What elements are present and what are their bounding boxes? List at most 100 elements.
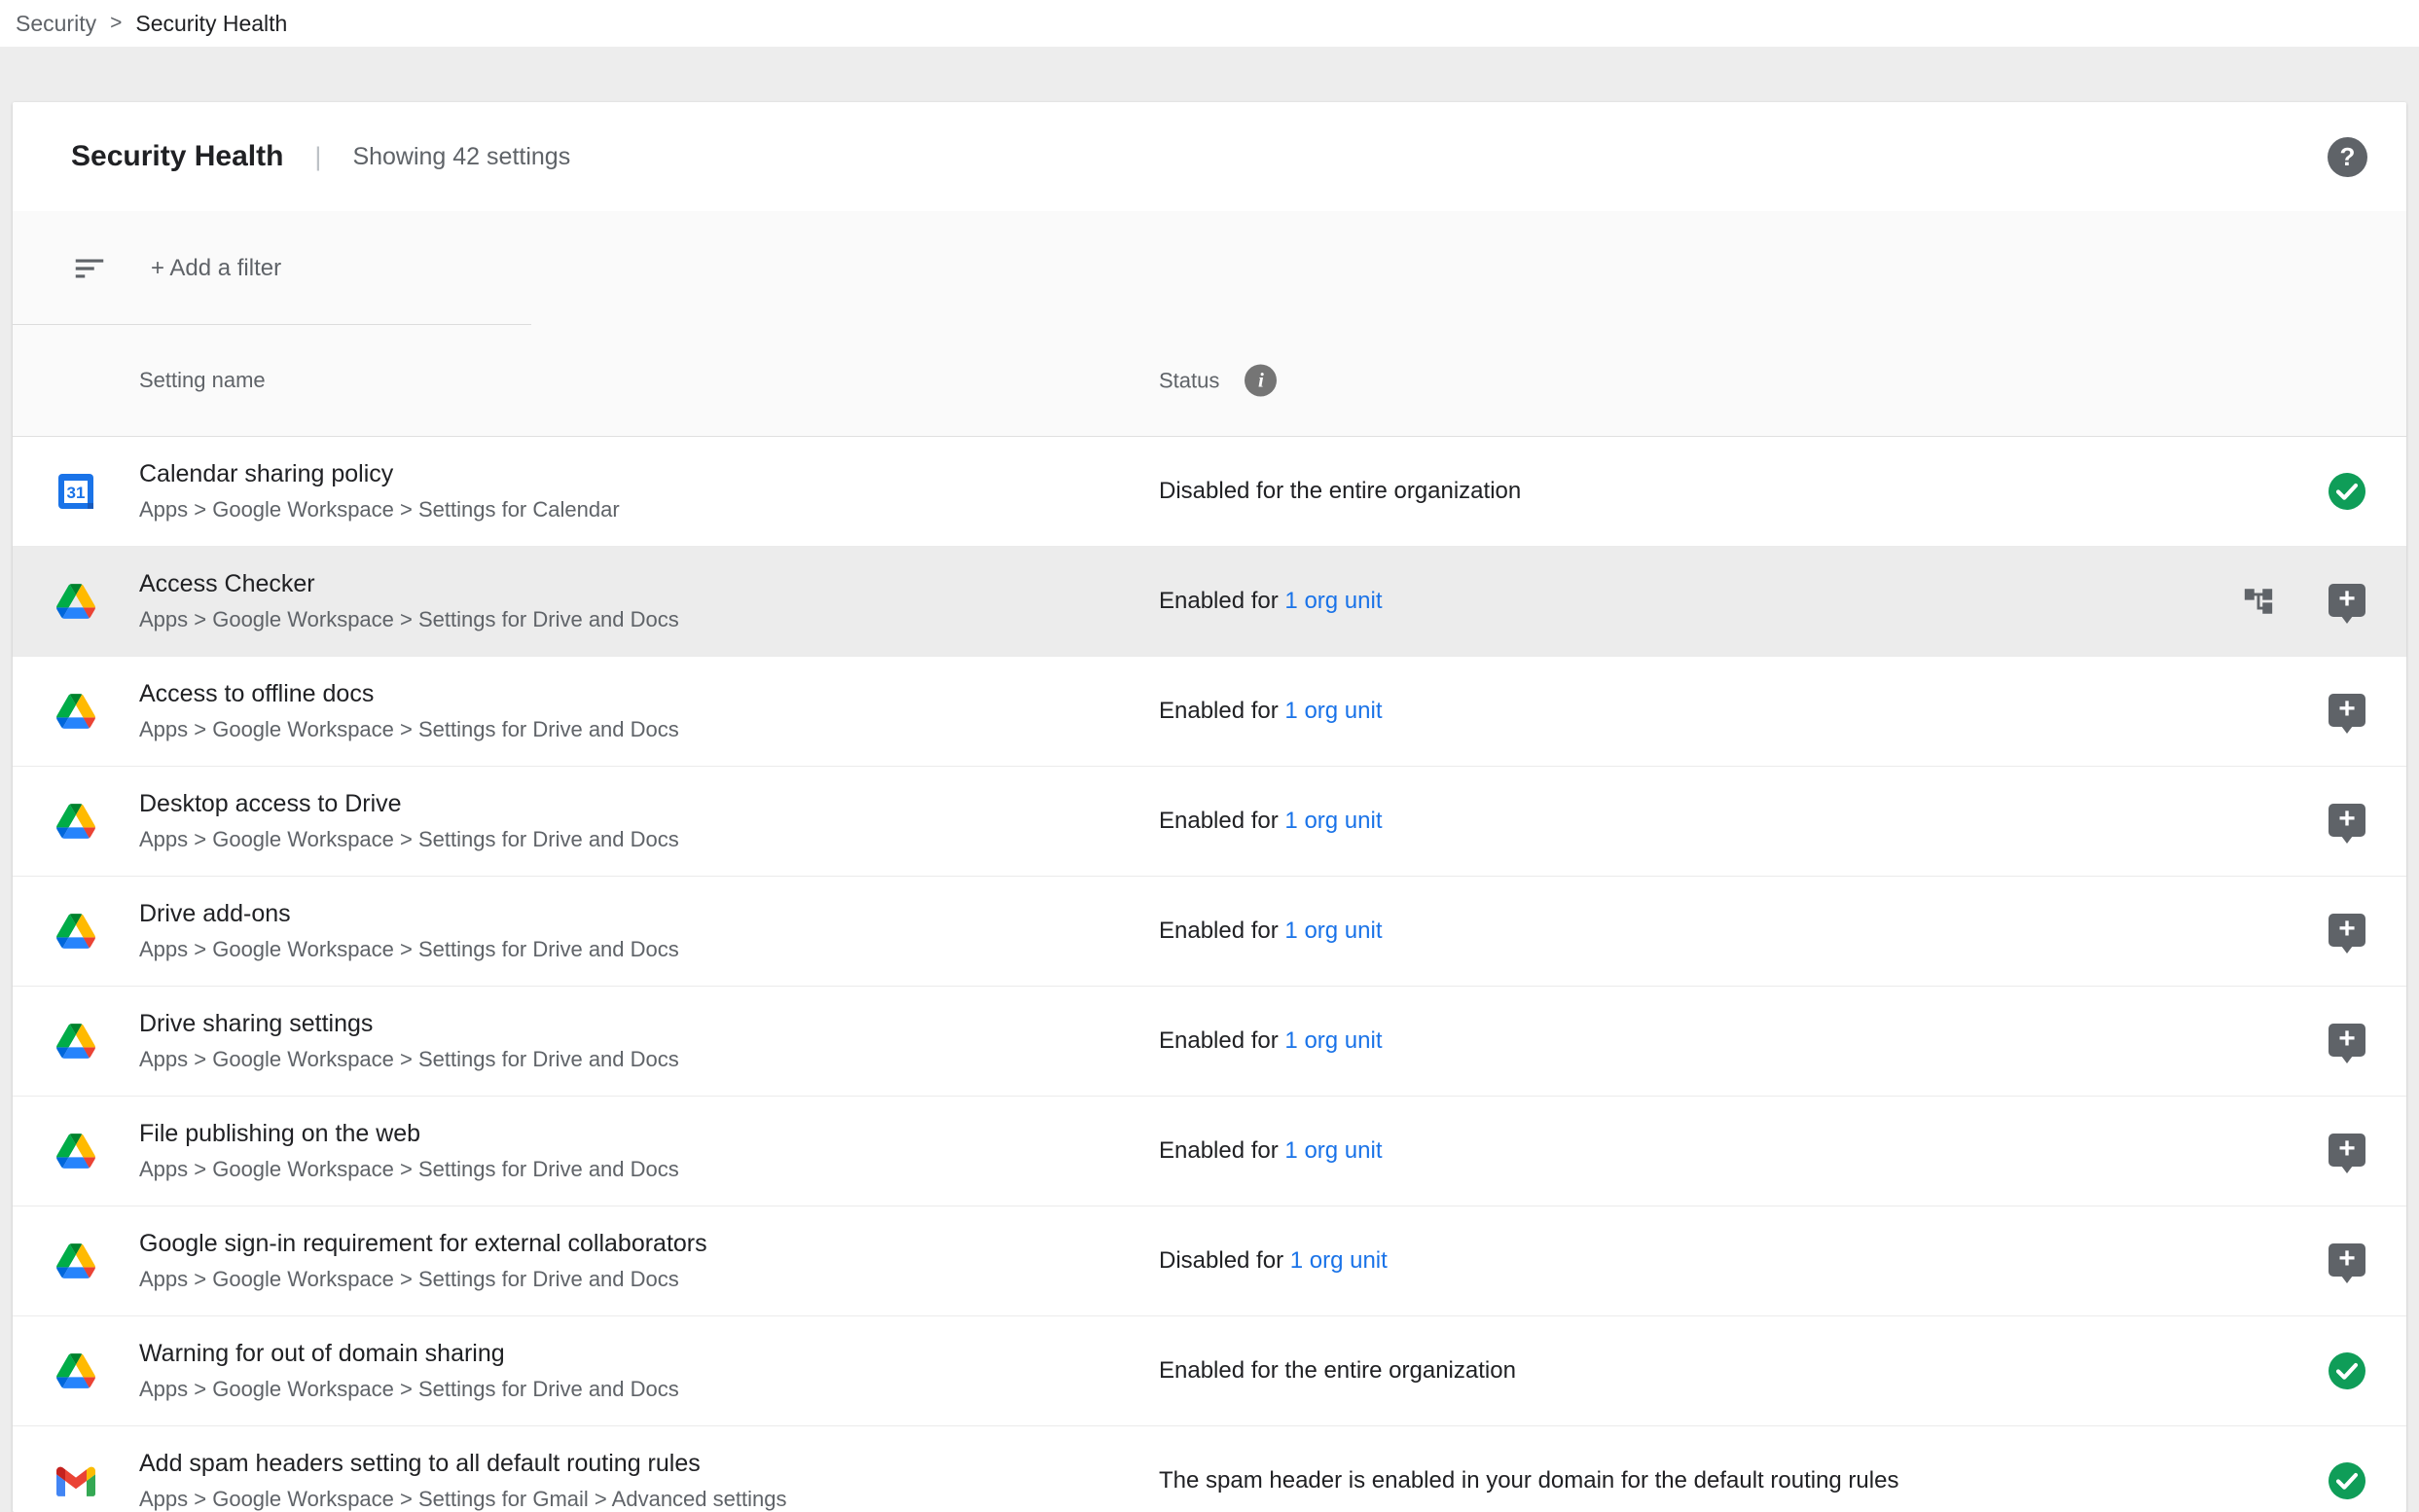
- org-unit-link[interactable]: 1 org unit: [1284, 918, 1382, 944]
- recommendation-tail: [2341, 946, 2353, 954]
- plus-glyph: +: [2338, 695, 2356, 724]
- table-row[interactable]: Desktop access to Drive Apps > Google Wo…: [13, 767, 2406, 877]
- security-health-card: Security Health | Showing 42 settings ? …: [13, 102, 2406, 1512]
- recommendation-icon[interactable]: +: [2329, 1024, 2365, 1057]
- status-badge[interactable]: +: [2328, 911, 2366, 952]
- status-column-header: Status i: [1159, 365, 1277, 397]
- status-badge[interactable]: +: [2328, 691, 2366, 732]
- svg-text:31: 31: [67, 484, 86, 502]
- status-text: Enabled for the entire organization: [1159, 1357, 1516, 1384]
- setting-path: Apps > Google Workspace > Settings for C…: [139, 497, 620, 522]
- gmail-icon: [56, 1461, 95, 1500]
- status-badge[interactable]: +: [2328, 801, 2366, 842]
- plus-glyph: +: [2338, 1134, 2356, 1164]
- setting-text-block: File publishing on the web Apps > Google…: [139, 1120, 679, 1182]
- plus-glyph: +: [2338, 915, 2356, 944]
- table-row[interactable]: File publishing on the web Apps > Google…: [13, 1097, 2406, 1206]
- status-cell: Enabled for 1 org unit: [1159, 698, 1383, 725]
- recommendation-icon[interactable]: +: [2329, 1243, 2365, 1277]
- table-row[interactable]: Warning for out of domain sharing Apps >…: [13, 1316, 2406, 1426]
- table-row[interactable]: 31 Calendar sharing policy Apps > Google…: [13, 437, 2406, 547]
- setting-name: Add spam headers setting to all default …: [139, 1450, 786, 1478]
- status-cell: The spam header is enabled in your domai…: [1159, 1467, 1898, 1494]
- status-cell: Enabled for 1 org unit: [1159, 1137, 1383, 1165]
- status-text: Enabled for: [1159, 808, 1284, 834]
- setting-text-block: Access to offline docs Apps > Google Wor…: [139, 680, 679, 742]
- status-badge[interactable]: +: [2328, 1131, 2366, 1171]
- setting-path: Apps > Google Workspace > Settings for D…: [139, 1047, 679, 1072]
- google-drive-icon: [56, 692, 95, 731]
- status-cell: Disabled for the entire organization: [1159, 478, 1521, 505]
- status-text: Disabled for the entire organization: [1159, 478, 1521, 504]
- help-icon[interactable]: ?: [2328, 137, 2367, 177]
- recommendation-tail: [2341, 1276, 2353, 1283]
- recommendation-icon[interactable]: +: [2329, 584, 2365, 617]
- settings-count: Showing 42 settings: [352, 143, 570, 171]
- breadcrumb: Security > Security Health: [0, 0, 2419, 47]
- plus-glyph: +: [2338, 1025, 2356, 1054]
- table-row[interactable]: Drive sharing settings Apps > Google Wor…: [13, 987, 2406, 1097]
- google-drive-icon: [56, 582, 95, 621]
- table-row[interactable]: Google sign-in requirement for external …: [13, 1206, 2406, 1316]
- setting-name: Drive add-ons: [139, 900, 679, 928]
- org-unit-link[interactable]: 1 org unit: [1284, 588, 1382, 614]
- setting-name: Google sign-in requirement for external …: [139, 1230, 707, 1258]
- status-text: Enabled for: [1159, 698, 1284, 724]
- setting-text-block: Google sign-in requirement for external …: [139, 1230, 707, 1292]
- setting-path: Apps > Google Workspace > Settings for D…: [139, 827, 679, 852]
- status-badge[interactable]: [2328, 1350, 2366, 1391]
- status-cell: Enabled for 1 org unit: [1159, 588, 1383, 615]
- recommendation-tail: [2341, 1166, 2353, 1173]
- setting-text-block: Desktop access to Drive Apps > Google Wo…: [139, 790, 679, 852]
- info-icon[interactable]: i: [1245, 365, 1277, 397]
- status-text: Enabled for: [1159, 918, 1284, 944]
- recommendation-icon[interactable]: +: [2329, 804, 2365, 837]
- status-badge[interactable]: +: [2328, 1021, 2366, 1062]
- recommendation-tail: [2341, 726, 2353, 734]
- status-cell: Enabled for the entire organization: [1159, 1357, 1516, 1385]
- breadcrumb-separator: >: [110, 12, 122, 35]
- google-calendar-icon: 31: [56, 472, 95, 511]
- status-text: Enabled for: [1159, 588, 1284, 614]
- setting-path: Apps > Google Workspace > Settings for D…: [139, 1157, 679, 1182]
- plus-glyph: +: [2338, 585, 2356, 614]
- table-row[interactable]: Access to offline docs Apps > Google Wor…: [13, 657, 2406, 767]
- status-badge[interactable]: [2328, 471, 2366, 512]
- status-badge[interactable]: +: [2328, 581, 2366, 622]
- setting-path: Apps > Google Workspace > Settings for D…: [139, 717, 679, 742]
- breadcrumb-security[interactable]: Security: [16, 11, 96, 37]
- table-row[interactable]: Access Checker Apps > Google Workspace >…: [13, 547, 2406, 657]
- org-unit-link[interactable]: 1 org unit: [1284, 1027, 1382, 1054]
- plus-glyph: +: [2338, 805, 2356, 834]
- status-badge[interactable]: +: [2328, 1241, 2366, 1281]
- table-subheader: + Add a filter Setting name Status i: [13, 211, 2406, 437]
- table-column-header: Setting name Status i: [13, 325, 2406, 437]
- filter-list-icon: [71, 250, 108, 287]
- google-drive-icon: [56, 912, 95, 951]
- recommendation-tail: [2341, 1056, 2353, 1063]
- setting-text-block: Warning for out of domain sharing Apps >…: [139, 1340, 679, 1402]
- title-divider: |: [314, 142, 321, 172]
- setting-name: Access to offline docs: [139, 680, 679, 708]
- add-filter-button[interactable]: + Add a filter: [151, 255, 281, 282]
- table-row[interactable]: Drive add-ons Apps > Google Workspace > …: [13, 877, 2406, 987]
- table-row[interactable]: Add spam headers setting to all default …: [13, 1426, 2406, 1512]
- org-unit-link[interactable]: 1 org unit: [1284, 1137, 1382, 1164]
- recommendation-icon[interactable]: +: [2329, 1134, 2365, 1167]
- status-badge[interactable]: [2328, 1460, 2366, 1501]
- status-text: Disabled for: [1159, 1247, 1290, 1274]
- recommendation-icon[interactable]: +: [2329, 694, 2365, 727]
- setting-name: File publishing on the web: [139, 1120, 679, 1148]
- page-title: Security Health: [71, 140, 283, 173]
- org-unit-link[interactable]: 1 org unit: [1284, 808, 1382, 834]
- org-unit-link[interactable]: 1 org unit: [1290, 1247, 1388, 1274]
- google-drive-icon: [56, 1132, 95, 1170]
- google-drive-icon: [56, 1351, 95, 1390]
- recommendation-tail: [2341, 836, 2353, 844]
- setting-name: Calendar sharing policy: [139, 460, 620, 488]
- status-text: The spam header is enabled in your domai…: [1159, 1467, 1898, 1494]
- org-unit-link[interactable]: 1 org unit: [1284, 698, 1382, 724]
- recommendation-icon[interactable]: +: [2329, 914, 2365, 947]
- setting-name-column-header: Setting name: [139, 368, 266, 393]
- setting-path: Apps > Google Workspace > Settings for D…: [139, 1377, 679, 1402]
